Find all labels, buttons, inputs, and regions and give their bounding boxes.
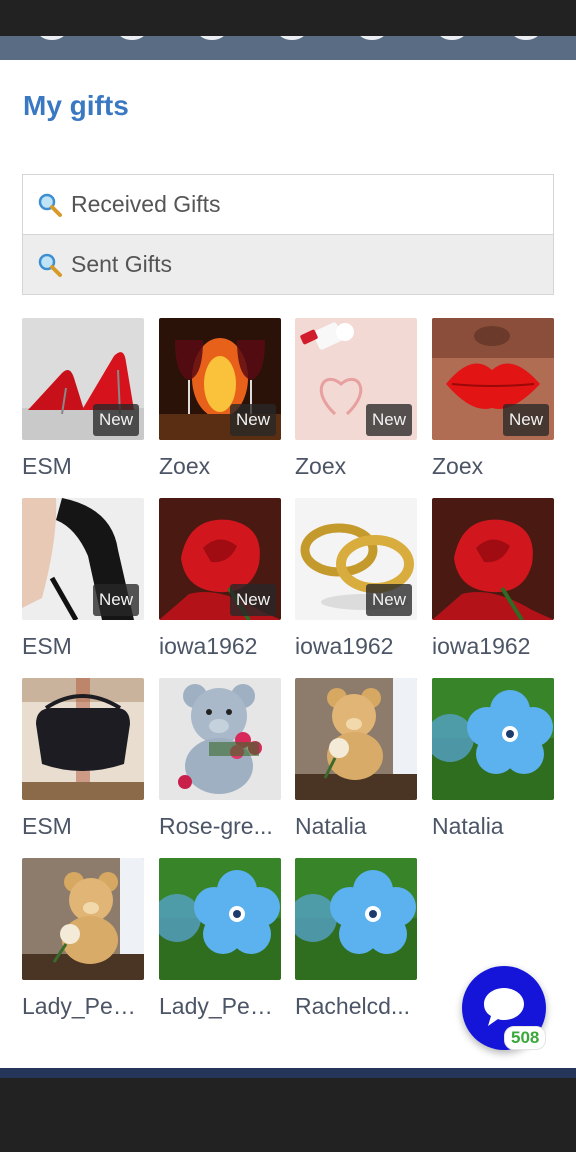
gift-sender: ESM [22, 813, 72, 839]
gifts-page: My gifts Received Gifts Sent Gifts New E… [0, 60, 576, 1068]
new-badge: New [365, 404, 412, 436]
new-badge: New [229, 404, 276, 436]
gift-item[interactable]: Natalia [295, 678, 417, 840]
gift-image-black-handbag [22, 678, 144, 800]
gift-sender: iowa1962 [432, 633, 531, 659]
gift-sender: Natalia [432, 813, 504, 839]
sent-gifts-filter[interactable]: Sent Gifts [22, 234, 554, 295]
gift-item[interactable]: Lady_Pen... [159, 858, 281, 1020]
gift-image-gold-rings: New [295, 498, 417, 620]
search-icon [37, 192, 63, 218]
gift-image-lipstick-heart: New [295, 318, 417, 440]
gift-sender: Natalia [295, 813, 367, 839]
gift-item[interactable]: New Zoex [159, 318, 281, 480]
sent-gifts-label: Sent Gifts [71, 251, 172, 277]
gift-item[interactable]: Rachelcd... [295, 858, 417, 1020]
gift-sender: Zoex [159, 453, 211, 479]
gift-image-blue-flower [159, 858, 281, 980]
gift-sender: Lady_Pen... [159, 993, 281, 1019]
gift-image-blue-flower [295, 858, 417, 980]
gift-sender: Rose-gre... [159, 813, 273, 839]
new-badge: New [92, 404, 139, 436]
gift-item[interactable]: Rose-gre... [159, 678, 281, 840]
gift-sender: Lady_Pen... [22, 993, 144, 1019]
gift-image-blue-flower [432, 678, 554, 800]
gift-item[interactable]: New ESM [22, 318, 144, 480]
new-badge: New [365, 584, 412, 616]
gift-image-teddy-bear-rose [295, 678, 417, 800]
nav-strip [0, 36, 576, 60]
new-badge: New [229, 584, 276, 616]
gift-sender: Rachelcd... [295, 993, 411, 1019]
gift-sender: ESM [22, 453, 72, 479]
received-gifts-label: Received Gifts [71, 191, 221, 217]
gift-item[interactable]: ESM [22, 678, 144, 840]
page-title: My gifts [23, 90, 129, 121]
gift-image-teddy-bear-rose [22, 858, 144, 980]
gift-image-black-stiletto: New [22, 498, 144, 620]
gift-sender: iowa1962 [295, 633, 394, 659]
system-nav-area [0, 1078, 576, 1152]
gift-image-red-high-heels: New [22, 318, 144, 440]
gift-sender: iowa1962 [159, 633, 258, 659]
chat-count-badge: 508 [504, 1026, 547, 1050]
gift-item[interactable]: New Zoex [295, 318, 417, 480]
gift-sender: Zoex [432, 453, 484, 479]
gift-sender: Zoex [295, 453, 347, 479]
gift-image-red-rose: New [159, 498, 281, 620]
gift-image-red-lips: New [432, 318, 554, 440]
gift-item[interactable]: New ESM [22, 498, 144, 660]
gift-item[interactable]: Lady_Pen... [22, 858, 144, 1020]
gift-sender: ESM [22, 633, 72, 659]
status-bar [0, 0, 576, 36]
gift-item[interactable]: iowa1962 [432, 498, 554, 660]
gift-image-red-rose [432, 498, 554, 620]
gift-item[interactable]: New iowa1962 [159, 498, 281, 660]
new-badge: New [502, 404, 549, 436]
new-badge: New [92, 584, 139, 616]
received-gifts-filter[interactable]: Received Gifts [22, 174, 554, 235]
gift-item[interactable]: Natalia [432, 678, 554, 840]
gift-image-teddy-bear-roses [159, 678, 281, 800]
search-icon [37, 252, 63, 278]
chat-bubble-icon [484, 988, 524, 1026]
gift-item[interactable]: New Zoex [432, 318, 554, 480]
footer-bar [0, 1068, 576, 1078]
gift-item[interactable]: New iowa1962 [295, 498, 417, 660]
gift-image-wine-glasses-fireplace: New [159, 318, 281, 440]
